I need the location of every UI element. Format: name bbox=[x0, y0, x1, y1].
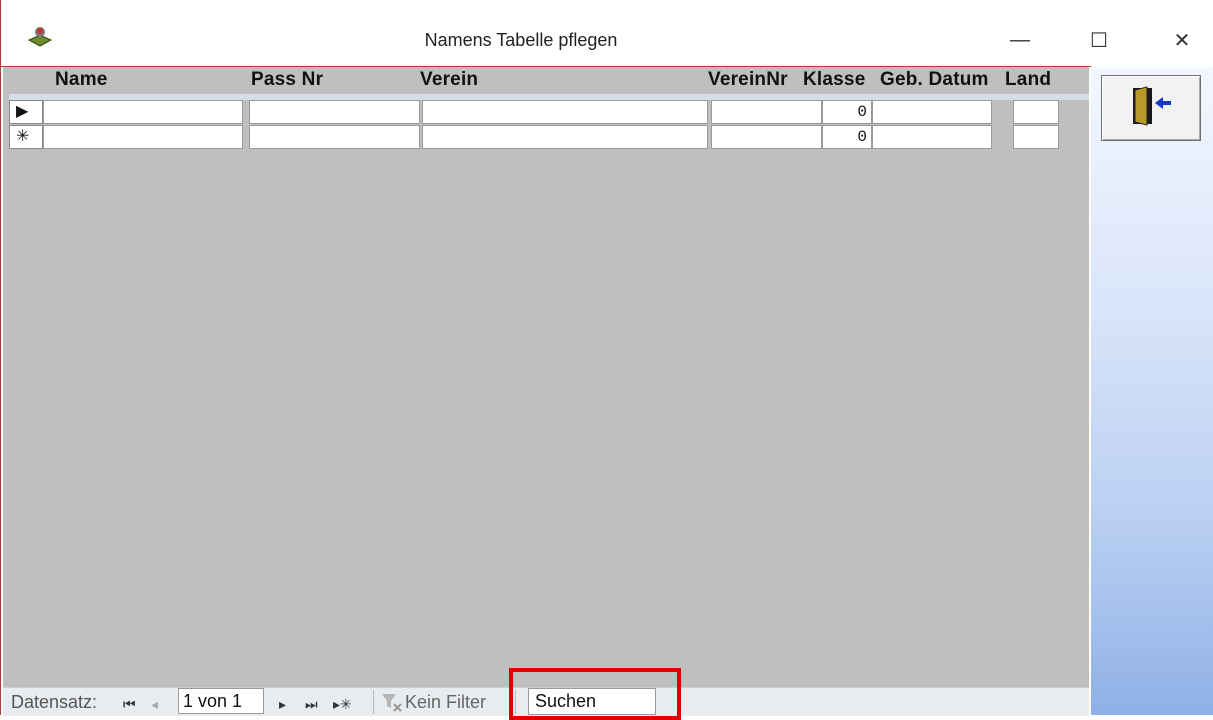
cell-land[interactable] bbox=[1013, 100, 1059, 124]
record-label: Datensatz: bbox=[11, 692, 98, 712]
record-selector-current[interactable]: ▶ bbox=[9, 100, 43, 124]
cell-geb-datum[interactable] bbox=[872, 125, 992, 149]
cell-klasse[interactable]: 0 bbox=[822, 125, 872, 149]
divider bbox=[373, 690, 374, 714]
cell-verein[interactable] bbox=[422, 125, 708, 149]
cell-name[interactable] bbox=[43, 125, 243, 149]
exit-button[interactable] bbox=[1101, 75, 1201, 141]
last-record-icon[interactable]: ⏭ bbox=[305, 692, 318, 716]
filter-icon bbox=[381, 692, 403, 718]
close-button[interactable]: ✕ bbox=[1159, 20, 1205, 60]
cell-geb-datum[interactable] bbox=[872, 100, 992, 124]
title-bar: Namens Tabelle pflegen — ☐ ✕ bbox=[1, 0, 1213, 66]
new-record-icon[interactable]: ▸✳ bbox=[333, 692, 352, 716]
cell-pass-nr[interactable] bbox=[249, 125, 420, 149]
datasheet-grid: Name Pass Nr Verein VereinNr Klasse Geb.… bbox=[3, 67, 1089, 687]
column-header-klasse[interactable]: Klasse bbox=[803, 69, 865, 91]
column-header-name[interactable]: Name bbox=[55, 69, 108, 91]
cell-name[interactable] bbox=[43, 100, 243, 124]
column-header-pass-nr[interactable]: Pass Nr bbox=[251, 69, 323, 91]
filter-status[interactable]: Kein Filter bbox=[405, 690, 486, 714]
main-window: Namens Tabelle pflegen — ☐ ✕ Name Pass N… bbox=[0, 0, 1213, 720]
minimize-button[interactable]: — bbox=[997, 20, 1043, 60]
cell-vereinnr[interactable] bbox=[711, 125, 822, 149]
record-selector-new[interactable]: ✳ bbox=[9, 125, 43, 149]
column-header-verein[interactable]: Verein bbox=[420, 69, 478, 91]
cell-klasse[interactable]: 0 bbox=[822, 100, 872, 124]
column-header-geb-datum[interactable]: Geb. Datum bbox=[880, 69, 989, 91]
column-header-land[interactable]: Land bbox=[1005, 69, 1051, 91]
cell-pass-nr[interactable] bbox=[249, 100, 420, 124]
first-record-icon[interactable]: ⏮ bbox=[123, 692, 136, 716]
current-record-field[interactable]: 1 von 1 bbox=[178, 688, 264, 714]
side-panel bbox=[1091, 67, 1213, 715]
maximize-button[interactable]: ☐ bbox=[1076, 20, 1122, 60]
next-record-icon[interactable]: ▸ bbox=[279, 692, 286, 716]
cell-vereinnr[interactable] bbox=[711, 100, 822, 124]
previous-record-icon[interactable]: ◂ bbox=[151, 692, 158, 716]
column-header-vereinnr[interactable]: VereinNr bbox=[708, 69, 788, 91]
cell-verein[interactable] bbox=[422, 100, 708, 124]
exit-door-icon bbox=[1129, 85, 1173, 131]
window-title: Namens Tabelle pflegen bbox=[424, 30, 618, 50]
cell-land[interactable] bbox=[1013, 125, 1059, 149]
search-highlight-box bbox=[509, 668, 681, 720]
